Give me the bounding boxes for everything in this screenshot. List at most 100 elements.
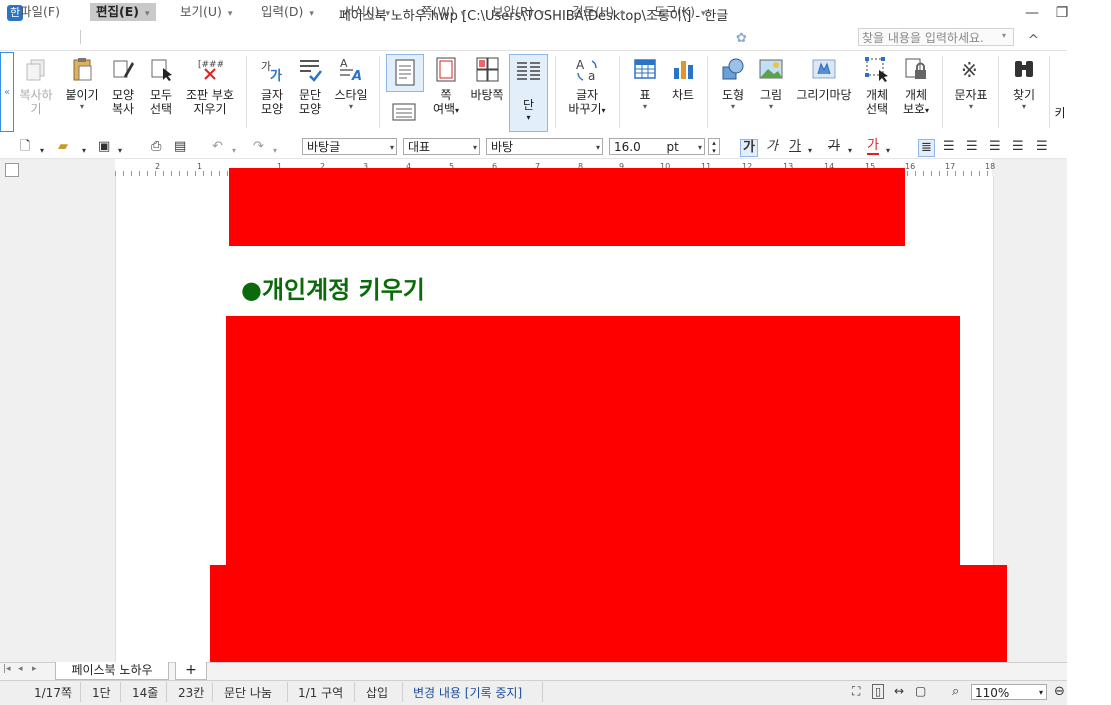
zoom-icon[interactable]: ⌕ <box>952 684 959 699</box>
new-document-icon[interactable]: 🗋 <box>20 139 30 155</box>
menu-view[interactable]: 보기(U) ▾ <box>180 3 232 21</box>
menu-format[interactable]: 서식(J) ▾ <box>343 3 390 21</box>
find-button[interactable]: 찾기 ▾ <box>1006 56 1042 112</box>
align-distribute-icon[interactable]: ☰ <box>1012 139 1024 155</box>
menu-tools[interactable]: 도구(K) ▾ <box>654 3 705 21</box>
collapse-ribbon-icon[interactable]: ^ <box>1028 33 1039 48</box>
font-size-stepper[interactable]: ▴ ▾ <box>708 138 720 155</box>
select-all-icon <box>148 56 174 82</box>
tab-scroll-first-icon[interactable]: |◂ <box>3 664 11 674</box>
document-heading[interactable]: ●개인계정 키우기 <box>241 270 425 305</box>
menu-file[interactable]: 파일(F) <box>20 3 60 21</box>
menu-page[interactable]: 쪽(W) ▾ <box>421 3 465 21</box>
font-name-select[interactable]: 바탕 ▾ <box>486 138 603 155</box>
chevron-down-icon[interactable]: ▾ <box>808 143 812 159</box>
chevron-down-icon[interactable]: ▾ <box>232 143 236 159</box>
page-view-button[interactable] <box>386 54 424 92</box>
align-left-icon[interactable]: ☰ <box>943 139 955 155</box>
chevron-down-icon[interactable]: ▾ <box>118 143 122 159</box>
symbol-button[interactable]: ※ 문자표 ▾ <box>951 56 991 112</box>
page-layout-button[interactable] <box>391 100 417 126</box>
document-tab[interactable]: 페이스북 노하우 <box>55 662 169 680</box>
find-label: 찾기 <box>1012 88 1036 102</box>
menu-security[interactable]: 보안(R) ▾ <box>492 3 544 21</box>
single-page-icon[interactable]: ▯ <box>872 684 885 699</box>
table-button[interactable]: 표 ▾ <box>628 56 662 112</box>
chevron-down-icon: ▾ <box>389 143 394 152</box>
help-icon[interactable]: ✿ <box>736 31 747 46</box>
page-background-button[interactable]: 바탕쪽 <box>467 56 507 102</box>
page-margin-icon <box>433 56 459 82</box>
font-size-input[interactable]: 16.0 pt ▾ <box>609 138 705 155</box>
chevron-down-icon[interactable]: ▾ <box>886 143 890 159</box>
menu-review[interactable]: 검토(H) ▾ <box>572 3 625 21</box>
para-shape-button[interactable]: 문단 모양 <box>294 56 326 116</box>
minimize-button[interactable]: — <box>1018 4 1046 22</box>
open-folder-icon[interactable]: ▰ <box>58 139 68 155</box>
char-shape-button[interactable]: 가가 글자 모양 <box>256 56 288 116</box>
picture-button[interactable]: 그림 ▾ <box>754 56 788 112</box>
tab-scroll-prev-icon[interactable]: ◂ <box>18 664 23 674</box>
align-right-icon[interactable]: ☰ <box>989 139 1001 155</box>
zoom-out-icon[interactable]: ⊖ <box>1054 684 1065 699</box>
restore-button[interactable]: ❐ <box>1048 4 1076 22</box>
zoom-select[interactable]: 110% ▾ <box>971 684 1047 700</box>
columns-icon <box>517 62 540 80</box>
italic-button[interactable]: 가 <box>766 139 778 155</box>
svg-text:A: A <box>340 57 348 70</box>
chevron-down-icon[interactable]: ▾ <box>848 143 852 159</box>
align-center-icon[interactable]: ☰ <box>966 139 978 155</box>
ruler-corner-button[interactable] <box>5 163 19 177</box>
search-dropdown-icon[interactable]: ▾ <box>1002 31 1006 40</box>
menu-edit[interactable]: 편집(E) ▾ <box>90 3 156 21</box>
clipboard-icon <box>69 56 95 82</box>
paste-button[interactable]: 붙이기 ▾ <box>62 56 102 112</box>
columns-button[interactable]: 단 ▾ <box>509 54 548 132</box>
menu-insert[interactable]: 입력(D) ▾ <box>261 3 314 21</box>
chevron-down-icon[interactable]: ▾ <box>273 143 277 159</box>
format-copy-button[interactable]: 모양 복사 <box>105 56 141 116</box>
shape-button[interactable]: 도형 ▾ <box>716 56 750 112</box>
undo-icon[interactable]: ↶ <box>212 139 223 155</box>
chevron-down-icon[interactable]: ▾ <box>82 143 86 159</box>
save-icon[interactable]: ▣ <box>98 139 110 155</box>
clear-marks-button[interactable]: [###] 조판 부호 지우기 <box>182 56 238 116</box>
ruler-number: 1 <box>197 162 203 171</box>
chart-button[interactable]: 차트 <box>666 56 700 102</box>
change-case-button[interactable]: Aa 글자 바꾸기▾ <box>564 56 610 118</box>
search-input[interactable]: 찾을 내용을 입력하세요. <box>858 28 1014 46</box>
clear-marks-icon: [###] <box>197 56 228 82</box>
font-language-select[interactable]: 대표 ▾ <box>403 138 480 155</box>
select-object-button[interactable]: 개체 선택 <box>859 56 895 116</box>
status-track-changes[interactable]: 변경 내용 [기록 중지] <box>413 684 522 701</box>
change-case-label-1: 글자 <box>575 88 599 102</box>
add-tab-button[interactable]: + <box>175 662 207 680</box>
redo-icon[interactable]: ↷ <box>253 139 264 155</box>
style-select[interactable]: 바탕글 ▾ <box>302 138 397 155</box>
underline-button[interactable]: 가 <box>789 139 801 155</box>
ribbon-separator <box>379 56 380 128</box>
chevron-down-icon[interactable]: ▾ <box>40 143 44 159</box>
bold-button[interactable]: 가 <box>740 139 758 157</box>
style-button[interactable]: AA 스타일 ▾ <box>331 56 371 112</box>
status-page[interactable]: 1/17쪽 <box>34 684 72 701</box>
print-icon[interactable]: ⎙ <box>151 139 161 155</box>
status-insert-mode[interactable]: 삽입 <box>366 684 388 701</box>
more-ribbon-button[interactable]: 키 <box>1054 106 1066 120</box>
align-justify-icon[interactable]: ≣ <box>918 139 935 157</box>
gallery-button[interactable]: 그리기마당 <box>792 56 856 102</box>
font-color-button[interactable]: 가 <box>867 139 879 155</box>
select-all-button[interactable]: 모두 선택 <box>144 56 178 116</box>
copy-button[interactable]: 복사하기 <box>14 56 58 116</box>
preview-icon[interactable]: ▤ <box>174 139 186 155</box>
protect-object-button[interactable]: 개체 보호▾ <box>898 56 934 118</box>
margin-button[interactable]: 쪽 여백▾ <box>428 56 464 118</box>
fit-width-icon[interactable]: ↔ <box>894 684 904 698</box>
align-divide-icon[interactable]: ☰ <box>1036 139 1048 155</box>
strikethrough-button[interactable]: 가 <box>828 139 840 155</box>
tab-scroll-next-icon[interactable]: ▸ <box>32 664 37 674</box>
fit-page-icon[interactable]: ⛶ <box>852 684 860 699</box>
ribbon-collapse-handle[interactable]: « <box>0 52 14 132</box>
chevron-down-icon: ▾ <box>144 9 150 19</box>
two-page-icon[interactable]: ▢ <box>915 684 926 698</box>
